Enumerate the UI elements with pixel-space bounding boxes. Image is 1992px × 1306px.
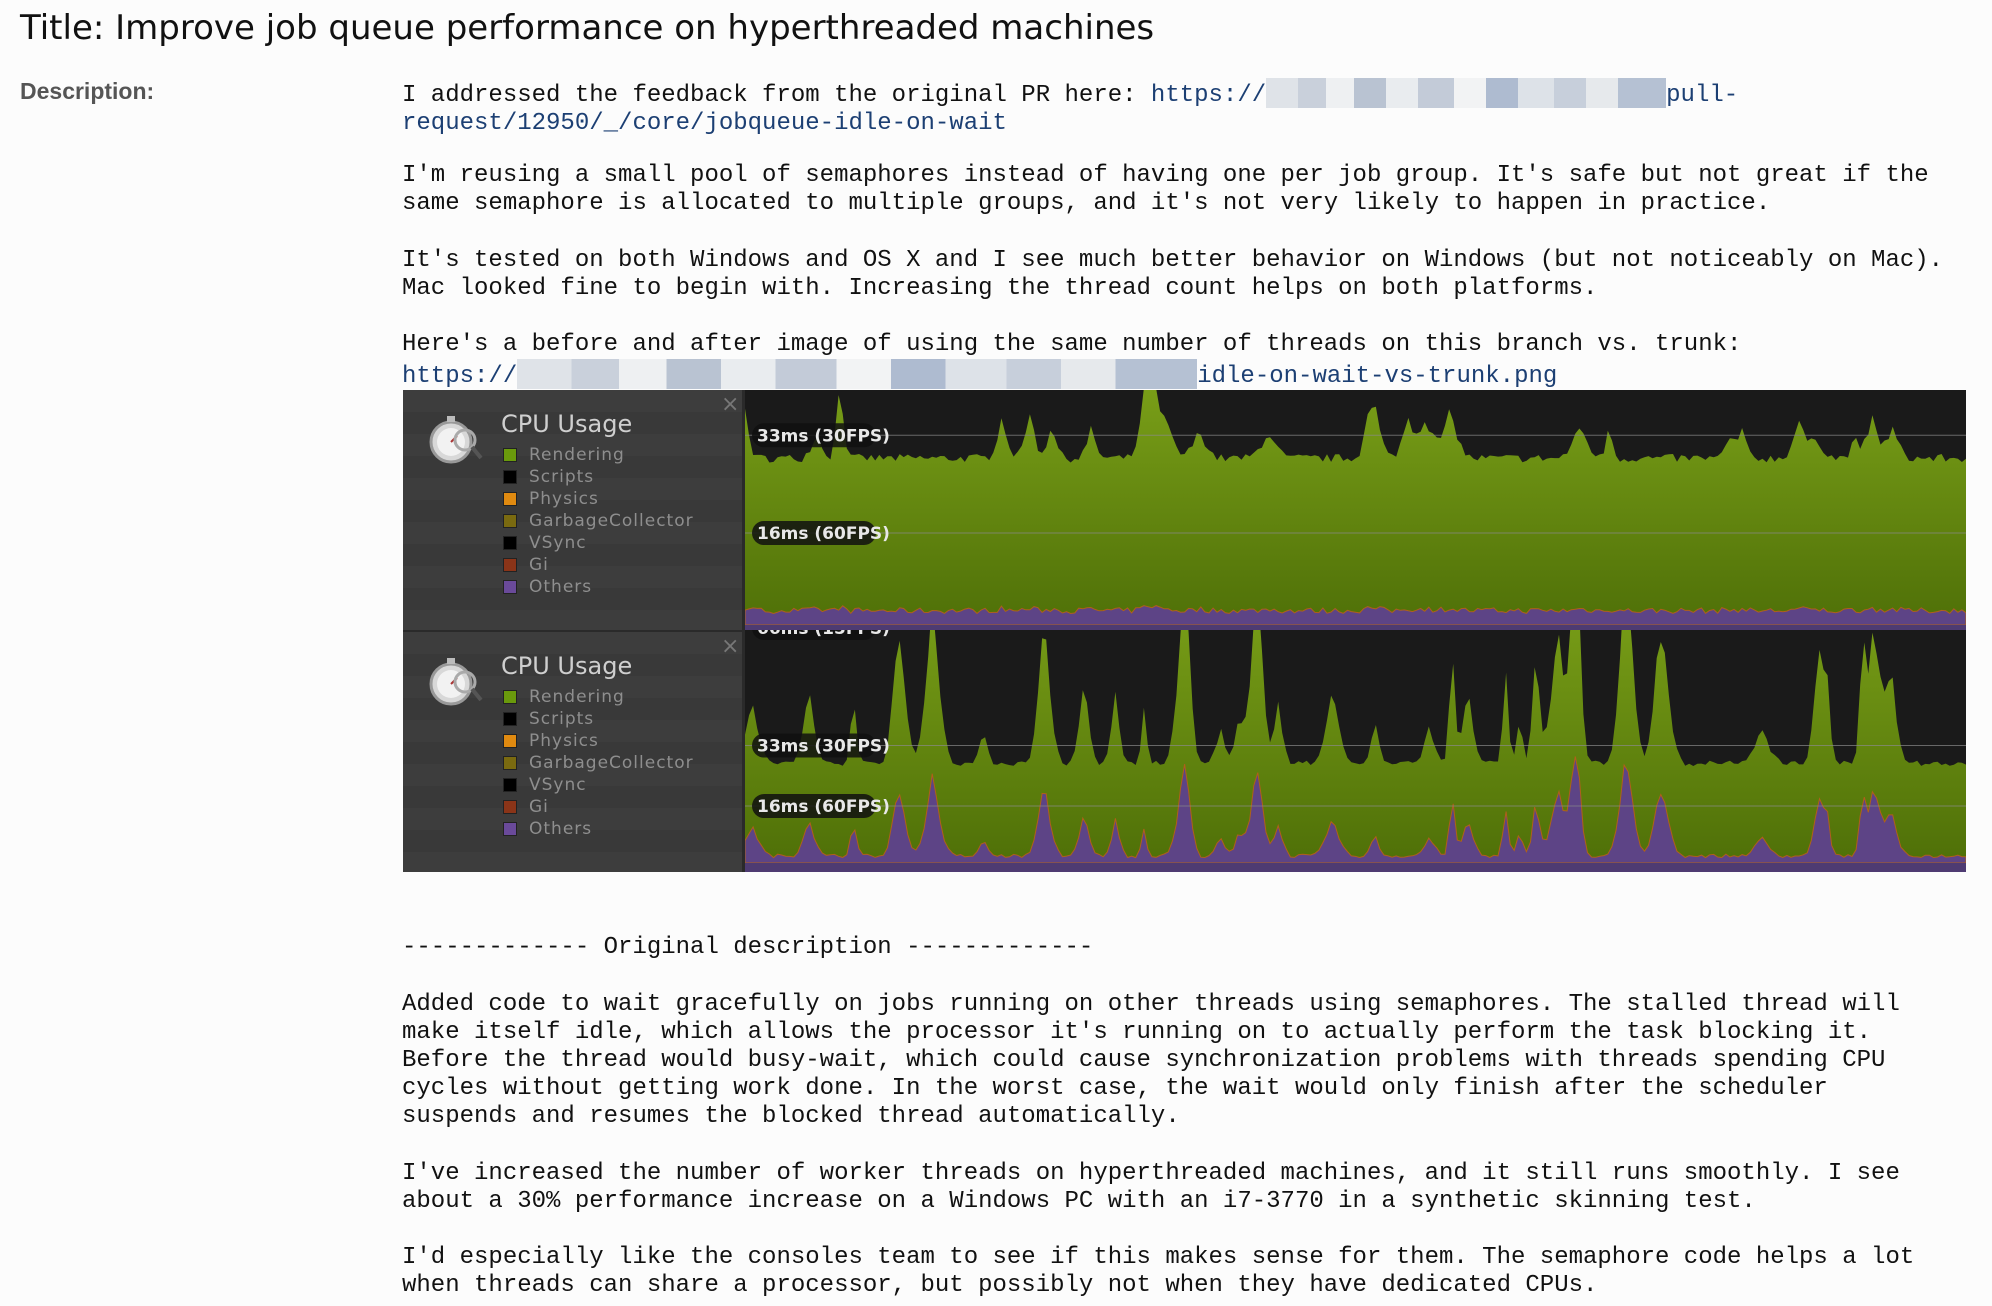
panel-title: CPU Usage (501, 410, 633, 438)
cpu-usage-panel-before: CPU Usage × Rendering Scripts Physics Garba… (403, 390, 745, 630)
rendering-area (745, 390, 1966, 625)
profiler-screenshot: CPU Usage × Rendering Scripts Physics Garba… (403, 390, 1966, 872)
legend-item-others[interactable]: Others (503, 818, 694, 840)
link-text: pull- (1666, 82, 1739, 109)
page-title: Title: Improve job queue performance on … (20, 8, 1155, 48)
legend-item-others[interactable]: Others (503, 576, 694, 598)
description-label: Description: (20, 78, 155, 104)
legend: Rendering Scripts Physics GarbageCollector V… (503, 686, 694, 840)
paragraph-consoles: I'd especially like the consoles team to… (402, 1244, 1915, 1299)
legend-label: Others (529, 819, 593, 839)
threshold-label: 16ms (60FPS) (757, 797, 890, 817)
legend-label: Scripts (529, 709, 595, 729)
link-text: https:// (1150, 82, 1267, 109)
threshold-label: 33ms (30FPS) (757, 426, 890, 446)
link-text: idle-on-wait-vs-trunk.png (1197, 363, 1558, 390)
legend-item-rendering[interactable]: Rendering (503, 686, 694, 708)
image-link[interactable]: https:// idle-on-wait-vs-trunk.png (402, 359, 1558, 390)
legend-label: Physics (529, 489, 599, 509)
legend-item-physics[interactable]: Physics (503, 730, 694, 752)
legend-swatch (503, 734, 517, 748)
panel-title: CPU Usage (501, 652, 633, 680)
legend-swatch (503, 778, 517, 792)
threshold-label: 66ms (15FPS) (757, 630, 890, 639)
legend-swatch (503, 514, 517, 528)
paragraph-image: Here's a before and after image of using… (402, 331, 1741, 391)
legend-label: Gi (529, 555, 549, 575)
stopwatch-icon (429, 416, 483, 464)
cpu-graph-before: 33ms (30FPS) 16ms (60FPS) (745, 390, 1966, 630)
redacted-url (1266, 78, 1667, 108)
legend-swatch (503, 690, 517, 704)
paragraph-text: I addressed the feedback from the origin… (402, 82, 1151, 109)
redacted-url (517, 359, 1198, 389)
legend-label: Rendering (529, 687, 625, 707)
legend-item-vsync[interactable]: VSync (503, 532, 694, 554)
legend-label: GarbageCollector (529, 511, 694, 531)
threshold-label: 33ms (30FPS) (757, 737, 890, 757)
legend-swatch (503, 712, 517, 726)
paragraph-original: Added code to wait gracefully on jobs ru… (402, 991, 1900, 1130)
baseline-band (745, 863, 1966, 872)
legend-item-gi[interactable]: Gi (503, 796, 694, 818)
paragraph-testing: It's tested on both Windows and OS X and… (402, 247, 1944, 302)
legend-swatch (503, 580, 517, 594)
link-text: https:// (402, 363, 518, 390)
legend-item-garbagecollector[interactable]: GarbageCollector (503, 510, 694, 532)
legend-swatch (503, 756, 517, 770)
legend-label: GarbageCollector (529, 753, 694, 773)
stopwatch-icon (429, 658, 483, 706)
legend-item-gi[interactable]: Gi (503, 554, 694, 576)
paragraph-text: Here's a before and after image of using… (402, 331, 1742, 358)
legend-item-scripts[interactable]: Scripts (503, 708, 694, 730)
legend-label: Physics (529, 731, 599, 751)
legend: Rendering Scripts Physics GarbageCollector V… (503, 444, 694, 598)
threshold-label: 16ms (60FPS) (757, 524, 890, 544)
close-icon[interactable]: × (721, 634, 739, 659)
legend-swatch (503, 492, 517, 506)
legend-swatch (503, 800, 517, 814)
cpu-graph-after: 66ms (15FPS) 33ms (30FPS) 16ms (60FPS) (745, 630, 1966, 872)
close-icon[interactable]: × (721, 392, 739, 417)
legend-item-garbagecollector[interactable]: GarbageCollector (503, 752, 694, 774)
legend-swatch (503, 558, 517, 572)
separator: ------------- Original description -----… (402, 934, 1094, 961)
legend-swatch (503, 470, 517, 484)
legend-label: Rendering (529, 445, 625, 465)
legend-item-physics[interactable]: Physics (503, 488, 694, 510)
legend-label: VSync (529, 775, 587, 795)
paragraph-worker-threads: I've increased the number of worker thre… (402, 1160, 1900, 1215)
legend-item-vsync[interactable]: VSync (503, 774, 694, 796)
legend-swatch (503, 448, 517, 462)
legend-label: VSync (529, 533, 587, 553)
legend-item-rendering[interactable]: Rendering (503, 444, 694, 466)
legend-label: Others (529, 577, 593, 597)
legend-label: Scripts (529, 467, 595, 487)
legend-swatch (503, 536, 517, 550)
legend-label: Gi (529, 797, 549, 817)
cpu-usage-panel-after: CPU Usage × Rendering Scripts Physics Garba… (403, 630, 745, 872)
legend-item-scripts[interactable]: Scripts (503, 466, 694, 488)
legend-swatch (503, 822, 517, 836)
paragraph-feedback: I addressed the feedback from the origin… (402, 78, 1738, 138)
link-text: request/12950/_/core/jobqueue-idle-on-wa… (402, 110, 1007, 137)
paragraph-semaphores: I'm reusing a small pool of semaphores i… (402, 162, 1929, 217)
